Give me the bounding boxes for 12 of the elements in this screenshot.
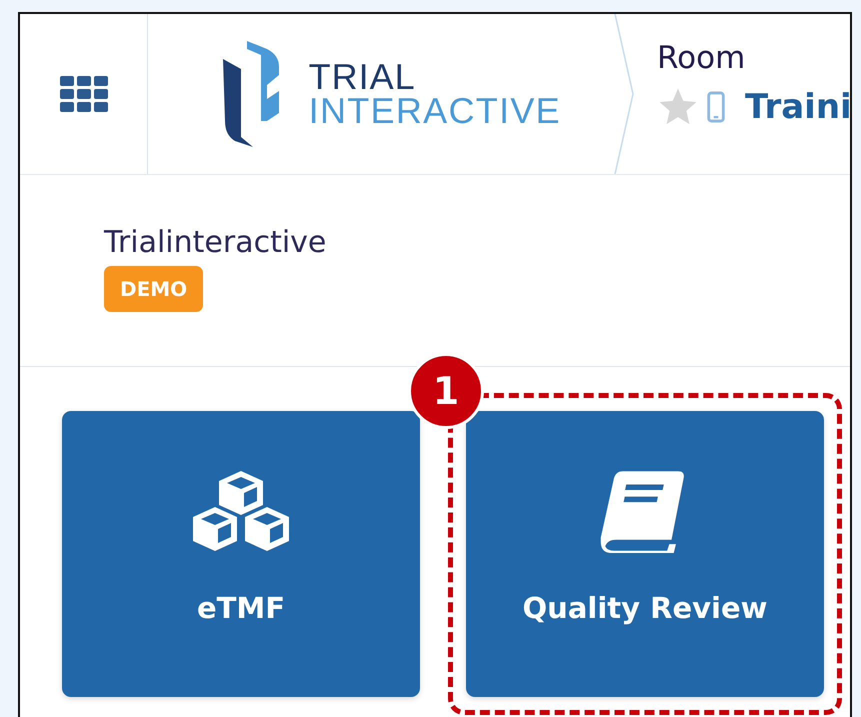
logo-mark-icon (222, 41, 279, 147)
logo-text: INTERACTIVE (308, 94, 561, 128)
callout-number: 1 (408, 353, 484, 429)
mobile-phone-icon (707, 91, 725, 123)
module-tile[interactable]: Quality Review (466, 411, 824, 697)
logo-text: TRIAL (308, 60, 417, 94)
breadcrumb-label: Room (657, 40, 746, 76)
room-title[interactable]: Traini (745, 87, 850, 127)
apps-grid-icon[interactable] (60, 76, 108, 112)
organization-name: Trialinteractive (104, 225, 326, 260)
demo-badge: DEMO (104, 266, 204, 312)
module-tile[interactable]: eTMF (62, 411, 420, 697)
